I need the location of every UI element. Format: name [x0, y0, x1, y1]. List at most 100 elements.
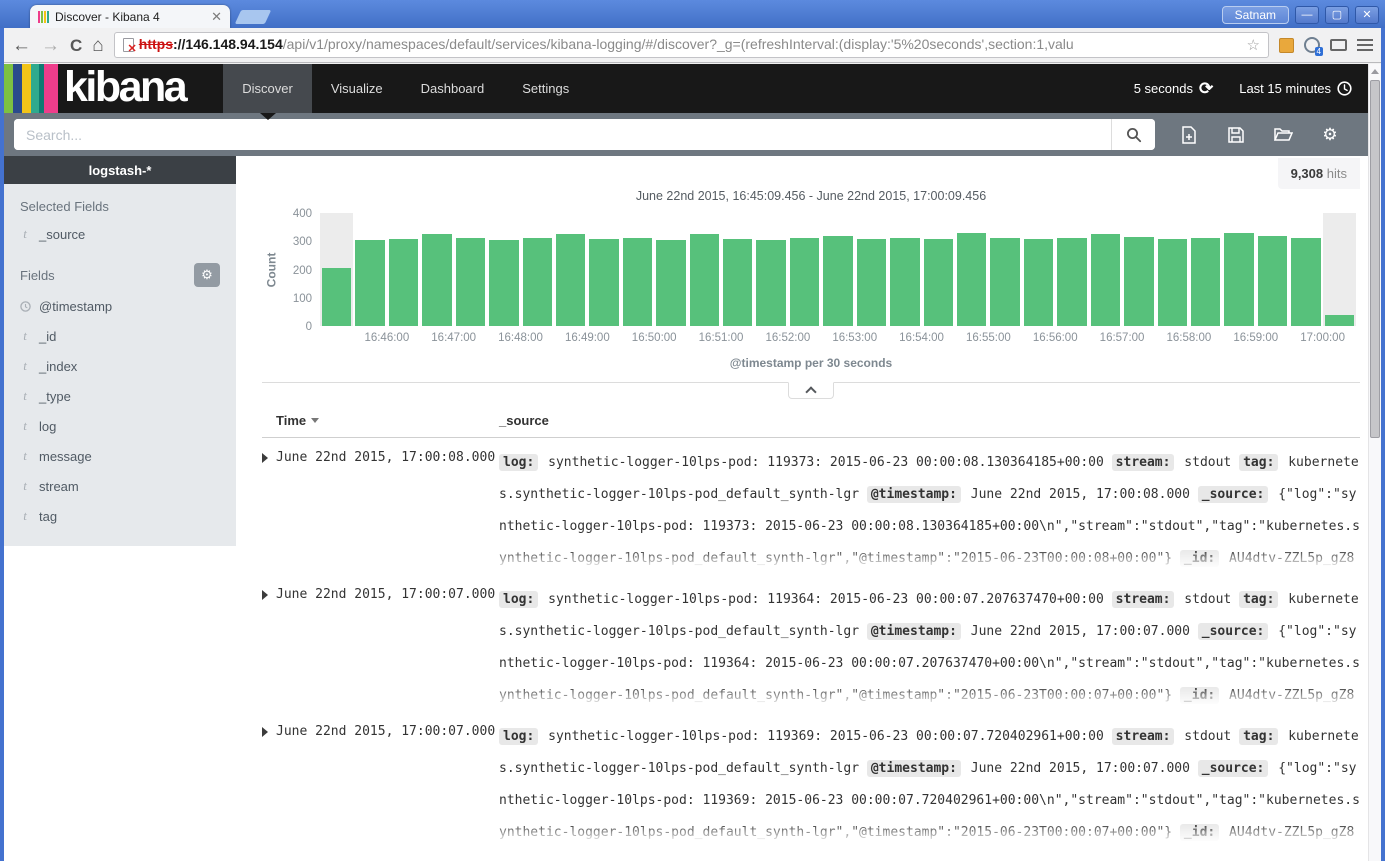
bar: [456, 238, 485, 326]
field-badge-tag: tag:: [1239, 728, 1278, 745]
histogram-bar[interactable]: [420, 213, 453, 326]
histogram-bar[interactable]: [387, 213, 420, 326]
gear-icon: ⚙: [201, 267, 213, 283]
histogram-bar[interactable]: [955, 213, 988, 326]
bar: [389, 239, 418, 326]
histogram-bar[interactable]: [587, 213, 620, 326]
new-tab-button[interactable]: [235, 10, 272, 24]
histogram-bar[interactable]: [521, 213, 554, 326]
caret-right-icon: [262, 453, 268, 463]
time-range-label: Last 15 minutes: [1239, 81, 1331, 96]
new-search-button[interactable]: [1179, 125, 1199, 145]
histogram-bar[interactable]: [1122, 213, 1155, 326]
field-item-source[interactable]: t_source: [4, 218, 236, 248]
histogram-bar[interactable]: [1289, 213, 1322, 326]
row-timestamp: June 22nd 2015, 17:00:07.000: [276, 584, 499, 712]
search-input[interactable]: [14, 119, 1111, 150]
histogram-bar[interactable]: [1055, 213, 1088, 326]
histogram-bar[interactable]: [320, 213, 353, 326]
histogram-bar[interactable]: [855, 213, 888, 326]
new-document-icon: [1181, 126, 1197, 144]
field-item-id[interactable]: t_id: [4, 320, 236, 350]
search-button[interactable]: [1111, 119, 1155, 150]
x-tick-label: 16:53:00: [832, 332, 877, 344]
histogram-bar[interactable]: [688, 213, 721, 326]
nav-item-discover[interactable]: Discover: [223, 64, 312, 113]
histogram-bar[interactable]: [554, 213, 587, 326]
histogram-bar[interactable]: [788, 213, 821, 326]
url-host: ://146.148.94.154: [173, 36, 283, 52]
histogram-bar[interactable]: [821, 213, 854, 326]
histogram-bar[interactable]: [454, 213, 487, 326]
histogram-bar[interactable]: [721, 213, 754, 326]
reload-button[interactable]: C: [70, 37, 82, 54]
tab-close-icon[interactable]: ✕: [211, 10, 222, 23]
open-search-button[interactable]: [1273, 125, 1293, 145]
histogram-bar[interactable]: [1022, 213, 1055, 326]
nav-item-settings[interactable]: Settings: [503, 64, 588, 113]
browser-tab[interactable]: Discover - Kibana 4 ✕: [30, 5, 230, 28]
extension-icon[interactable]: [1279, 38, 1294, 53]
close-button[interactable]: ✕: [1355, 6, 1379, 24]
back-button[interactable]: ←: [12, 36, 31, 55]
forward-button[interactable]: →: [41, 36, 60, 55]
insecure-page-icon[interactable]: ✕: [123, 38, 134, 52]
histogram-bar[interactable]: [888, 213, 921, 326]
column-header-time[interactable]: Time: [262, 413, 499, 428]
field-item-type[interactable]: t_type: [4, 380, 236, 410]
scrollbar-thumb[interactable]: [1370, 80, 1380, 438]
histogram-bar[interactable]: [1323, 213, 1356, 326]
home-button[interactable]: ⌂: [92, 36, 103, 55]
field-item-index[interactable]: t_index: [4, 350, 236, 380]
bar: [1325, 315, 1354, 326]
save-search-button[interactable]: [1226, 125, 1246, 145]
bar: [1291, 238, 1320, 326]
histogram-bar[interactable]: [1089, 213, 1122, 326]
field-item-message[interactable]: tmessage: [4, 440, 236, 470]
extension-badge: 4: [1315, 47, 1323, 56]
histogram-bar[interactable]: [922, 213, 955, 326]
column-header-source[interactable]: _source: [499, 413, 1360, 428]
field-badge-stream: stream:: [1112, 728, 1175, 745]
bookmark-star-icon[interactable]: ☆: [1247, 36, 1260, 54]
field-item-stream[interactable]: tstream: [4, 470, 236, 500]
profile-button[interactable]: Satnam: [1222, 6, 1289, 24]
browser-scrollbar[interactable]: [1368, 64, 1381, 861]
time-range-picker[interactable]: Last 15 minutes: [1239, 81, 1352, 96]
histogram-bar[interactable]: [621, 213, 654, 326]
expand-row-button[interactable]: [262, 584, 276, 712]
histogram-bar[interactable]: [1256, 213, 1289, 326]
field-item-log[interactable]: tlog: [4, 410, 236, 440]
field-badge-log: log:: [499, 591, 538, 608]
collapse-chart-button[interactable]: [788, 382, 834, 399]
histogram-bar[interactable]: [1189, 213, 1222, 326]
nav-item-dashboard[interactable]: Dashboard: [402, 64, 504, 113]
histogram-bar[interactable]: [1222, 213, 1255, 326]
histogram-bar[interactable]: [988, 213, 1021, 326]
histogram-bar[interactable]: [654, 213, 687, 326]
x-tick-label: 16:57:00: [1100, 332, 1145, 344]
nav-item-visualize[interactable]: Visualize: [312, 64, 402, 113]
minimize-button[interactable]: —: [1295, 6, 1319, 24]
maximize-button[interactable]: ▢: [1325, 6, 1349, 24]
expand-row-button[interactable]: [262, 447, 276, 575]
histogram-bar[interactable]: [353, 213, 386, 326]
field-value: June 22nd 2015, 17:00:07.000: [963, 624, 1198, 639]
browser-menu-icon[interactable]: [1357, 39, 1373, 41]
expand-row-button[interactable]: [262, 721, 276, 849]
settings-gear-button[interactable]: ⚙: [1320, 125, 1340, 145]
field-item-timestamp[interactable]: @timestamp: [4, 291, 236, 320]
histogram-bar[interactable]: [754, 213, 787, 326]
refresh-interval-picker[interactable]: 5 seconds ⟳: [1134, 79, 1214, 99]
index-pattern-header[interactable]: logstash-*: [4, 156, 236, 184]
y-axis-label: Count: [264, 252, 278, 287]
histogram-bar[interactable]: [1156, 213, 1189, 326]
tab-title: Discover - Kibana 4: [55, 10, 205, 24]
histogram-bar[interactable]: [487, 213, 520, 326]
hangouts-extension-icon[interactable]: 4: [1304, 37, 1320, 53]
url-bar[interactable]: ✕ https://146.148.94.154/api/v1/proxy/na…: [114, 32, 1269, 58]
cast-extension-icon[interactable]: [1330, 39, 1347, 51]
field-settings-button[interactable]: ⚙: [194, 263, 220, 287]
field-item-tag[interactable]: ttag: [4, 500, 236, 530]
scroll-up-arrow-icon[interactable]: [1371, 69, 1379, 74]
